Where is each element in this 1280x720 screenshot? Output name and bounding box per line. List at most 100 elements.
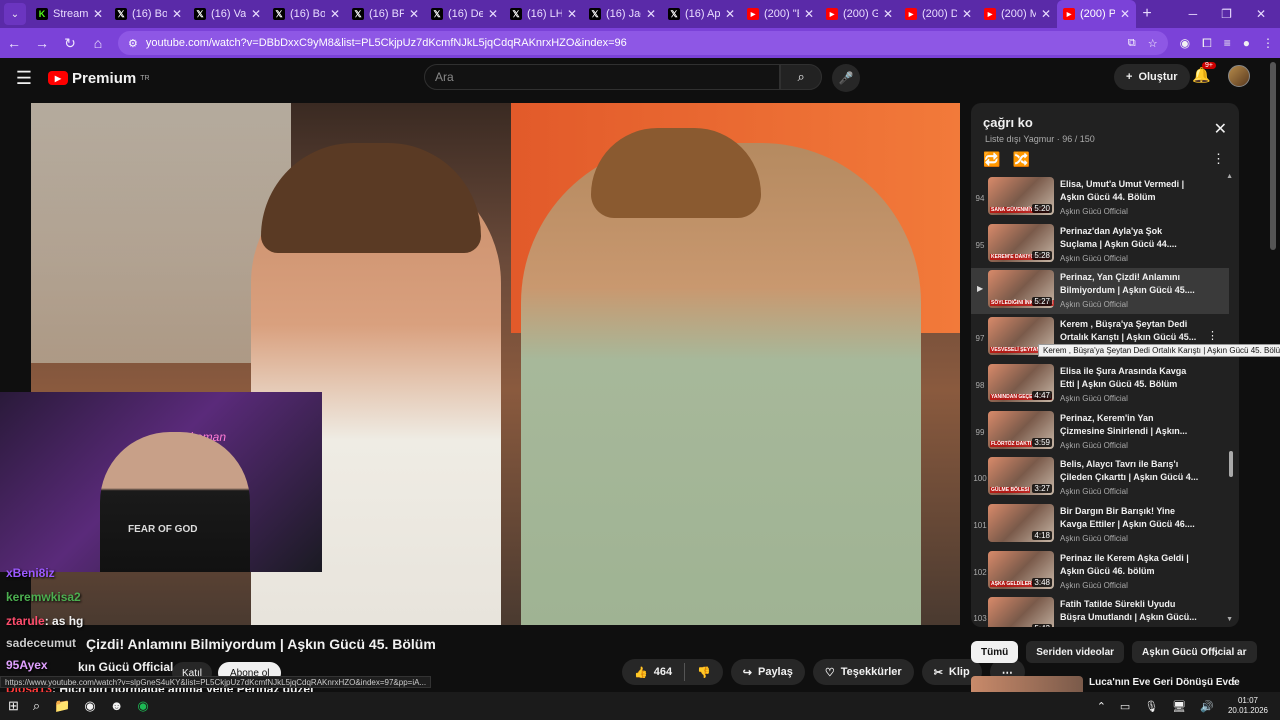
browser-tab[interactable]: 𝕏 (16) Boş ✕ [109, 0, 188, 28]
tab-close-icon[interactable]: ✕ [883, 7, 893, 21]
related-video[interactable]: Luca'nın Eve Geri Dönüşü Evde ⋮ [971, 676, 1240, 692]
volume-icon[interactable]: 🔊 [1200, 700, 1214, 713]
voice-search-button[interactable]: 🎤 [832, 64, 860, 92]
browser-tab[interactable]: ▶ (200) Dü ✕ [899, 0, 978, 28]
thumbs-down-icon: 👎 [697, 666, 711, 679]
profile-icon[interactable]: ● [1243, 36, 1250, 51]
hamburger-menu-icon[interactable]: ☰ [0, 68, 48, 89]
playlist-item[interactable]: 100 GÜLME BÖLESI 3:27 Belis, Alaycı Tavrı i… [971, 455, 1229, 501]
create-button[interactable]: + Oluştur [1114, 64, 1190, 90]
minimize-icon[interactable]: ─ [1189, 7, 1198, 21]
tab-close-icon[interactable]: ✕ [251, 7, 261, 21]
network-icon[interactable]: 🖥 [1172, 700, 1186, 713]
close-window-icon[interactable]: ✕ [1256, 7, 1266, 21]
media-icon[interactable]: ≡ [1224, 36, 1231, 51]
playlist-item[interactable]: 95 KEREM'E DAKIYORSUN 5:28 Perinaz'dan Ayla… [971, 222, 1229, 268]
chrome-icon[interactable]: ◉ [84, 698, 95, 714]
discord-icon[interactable]: ☻ [110, 698, 124, 714]
filter-chip[interactable]: Seriden videolar [1026, 641, 1125, 663]
account-avatar[interactable] [1228, 65, 1250, 87]
bookmark-star-icon[interactable]: ☆ [1148, 37, 1158, 50]
tooltip: Kerem , Büşra'ya Şeytan Dedi Ortalık Kar… [1038, 344, 1280, 357]
microphone-tray-icon[interactable]: 🎙 [1144, 700, 1158, 713]
spotify-icon[interactable]: ◉ [137, 698, 148, 714]
browser-tab[interactable]: 𝕏 (16) Boş ✕ [267, 0, 346, 28]
browser-tab[interactable]: 𝕏 (16) BPT ✕ [346, 0, 425, 28]
browser-tab[interactable]: 𝕏 (16) Jage ✕ [583, 0, 662, 28]
scroll-up-icon[interactable]: ▲ [1226, 173, 1233, 180]
dislike-button[interactable]: 👎 [685, 666, 723, 679]
menu-kebab-icon[interactable]: ⋮ [1262, 36, 1274, 51]
playlist-item[interactable]: 94 SANA GÜVENMİYORUM 5:20 Elisa, Umut'a Umu… [971, 175, 1229, 221]
filter-chip[interactable]: Aşkın Gücü Official ar [1132, 641, 1257, 663]
filter-chip[interactable]: Tümü [971, 641, 1019, 663]
browser-tab[interactable]: 𝕏 (16) LHy ✕ [504, 0, 583, 28]
tab-list-button[interactable]: ⌄ [4, 3, 26, 25]
playlist-item[interactable]: 99 FLÖRTÖZ DAKTI 3:59 Perinaz, Kerem'in Yan… [971, 409, 1229, 455]
address-bar[interactable]: ⚙ youtube.com/watch?v=DBbDxxC9yM8&list=P… [118, 31, 1168, 55]
playlist-item[interactable]: 98 YANINDAN GEÇEMEZSIN 4:47 Elisa ile Şura … [971, 362, 1229, 408]
browser-tab[interactable]: K Stream ✕ [30, 0, 109, 28]
new-tab-button[interactable]: + [1136, 5, 1158, 23]
playlist-item[interactable]: 101 4:18 Bir Dargın Bir Barışık! Yine Kavg… [971, 502, 1229, 548]
extension-icon[interactable]: ◉ [1180, 36, 1190, 51]
playlist-item[interactable]: 102 AŞKA GELDİLER 3:48 Perinaz ile Kerem Aş… [971, 549, 1229, 595]
like-button[interactable]: 👍 464 [622, 666, 684, 679]
clock[interactable]: 01:07 20.01.2026 [1228, 696, 1268, 716]
forward-icon[interactable]: → [34, 35, 50, 51]
tray-app-icon[interactable]: ▭ [1120, 700, 1130, 713]
playlist-item[interactable]: ▶ SÖYLEDIĞINI İNKAR ETTİ 5:27 Perinaz, Yan … [971, 268, 1229, 315]
browser-tab[interactable]: 𝕏 (16) De l ✕ [425, 0, 504, 28]
more-vertical-icon[interactable]: ⋮ [1229, 676, 1239, 687]
tab-close-icon[interactable]: ✕ [646, 7, 656, 21]
youtube-premium-logo[interactable]: ▶ Premium TR [48, 70, 150, 87]
tab-close-icon[interactable]: ✕ [488, 7, 498, 21]
tab-close-icon[interactable]: ✕ [93, 7, 103, 21]
windows-start-icon[interactable]: ⊞ [8, 698, 19, 714]
shuffle-icon[interactable]: 🔀 [1012, 151, 1029, 168]
playlist-scrollbar-thumb[interactable] [1229, 451, 1233, 477]
playlist-more-icon[interactable]: ⋮ [1212, 151, 1225, 167]
tab-close-icon[interactable]: ✕ [804, 7, 814, 21]
search-input[interactable] [424, 64, 781, 90]
search-button[interactable]: ⌕ [780, 64, 822, 90]
browser-tab[interactable]: ▶ (200) Mi ✕ [978, 0, 1057, 28]
search-icon[interactable]: ⌕ [33, 698, 40, 714]
tab-close-icon[interactable]: ✕ [330, 7, 340, 21]
chat-message: sadeceumut [6, 636, 76, 650]
tab-title: (16) Boş [132, 8, 167, 20]
browser-tab[interactable]: ▶ (200) Ge ✕ [820, 0, 899, 28]
tab-close-icon[interactable]: ✕ [1041, 7, 1051, 21]
channel-name[interactable]: kın Gücü Official [78, 660, 173, 674]
browser-tab[interactable]: ▶ (200) Pe ✕ [1057, 0, 1136, 28]
site-info-icon[interactable]: ⚙ [128, 37, 138, 50]
puzzle-icon[interactable]: ⧠ [1202, 36, 1212, 51]
share-button[interactable]: ↪ Paylaş [730, 659, 805, 685]
scroll-down-icon[interactable]: ▼ [1226, 616, 1233, 623]
playlist-item[interactable]: 103 5:42 Fatih Tatilde Sürekli Uyudu Büşra… [971, 595, 1229, 627]
page-scrollbar[interactable] [1270, 62, 1276, 250]
back-icon[interactable]: ← [6, 35, 22, 51]
close-icon[interactable]: ✕ [1214, 119, 1227, 139]
install-app-icon[interactable]: ⧉ [1128, 37, 1136, 50]
file-explorer-icon[interactable]: 📁 [54, 698, 70, 714]
reload-icon[interactable]: ↻ [62, 35, 78, 52]
browser-tab[interactable]: 𝕏 (16) Vazi ✕ [188, 0, 267, 28]
maximize-icon[interactable]: ❐ [1221, 7, 1232, 21]
tray-chevron-icon[interactable]: ⌃ [1097, 700, 1106, 713]
tab-close-icon[interactable]: ✕ [962, 7, 972, 21]
chevron-right-icon[interactable]: › [1214, 645, 1218, 660]
browser-tab[interactable]: 𝕏 (16) App ✕ [662, 0, 741, 28]
playlist-title[interactable]: çağrı ko [983, 115, 1033, 130]
browser-tab[interactable]: ▶ (200) "Ev ✕ [741, 0, 820, 28]
thanks-button[interactable]: ♡ Teşekkürler [812, 659, 914, 685]
tab-close-icon[interactable]: ✕ [1120, 7, 1130, 21]
home-icon[interactable]: ⌂ [90, 35, 106, 51]
notifications-button[interactable]: 🔔 9+ [1192, 62, 1216, 84]
loop-icon[interactable]: 🔁 [983, 151, 1000, 168]
tab-close-icon[interactable]: ✕ [725, 7, 735, 21]
tab-close-icon[interactable]: ✕ [567, 7, 577, 21]
tab-close-icon[interactable]: ✕ [409, 7, 419, 21]
tab-close-icon[interactable]: ✕ [172, 7, 182, 21]
more-vertical-icon[interactable]: ⋮ [1207, 329, 1218, 342]
